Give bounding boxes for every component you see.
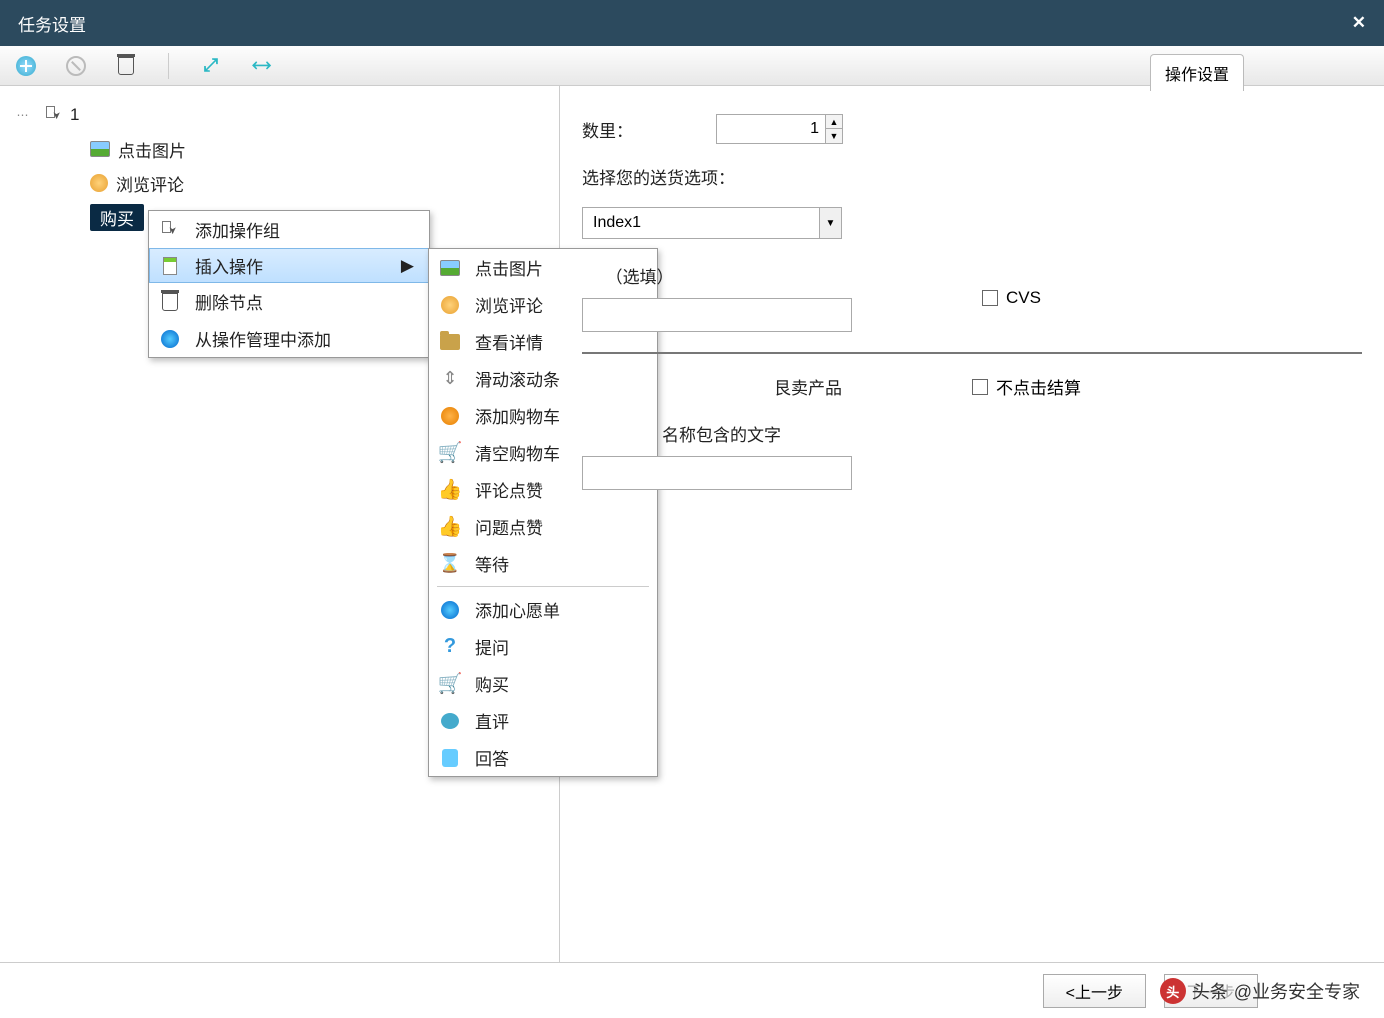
no-checkout-label: 不点击结算 xyxy=(996,374,1081,399)
titlebar: 任务设置 ✕ xyxy=(0,0,1384,46)
ctx-add-group[interactable]: 添加操作组 xyxy=(149,211,429,248)
ctx-delete-node[interactable]: 删除节点 xyxy=(149,283,429,320)
spinner-down-icon[interactable]: ▼ xyxy=(826,129,842,143)
hourglass-icon: ⌛ xyxy=(439,553,461,574)
cancel-button[interactable] xyxy=(64,54,88,78)
tree-item-label: 购买 xyxy=(90,204,144,231)
window-title: 任务设置 xyxy=(18,11,86,36)
image-icon xyxy=(440,260,460,276)
sub-label: 点击图片 xyxy=(475,255,543,280)
sub-label: 浏览评论 xyxy=(475,292,543,317)
chevron-down-icon[interactable]: ▼ xyxy=(819,208,841,238)
prev-button[interactable]: <上一步 xyxy=(1043,974,1146,1008)
expand-button[interactable]: ⤢ xyxy=(199,54,223,78)
cancel-icon xyxy=(66,56,86,76)
cart-icon: 🛒 xyxy=(438,671,463,696)
globe-icon xyxy=(161,330,179,348)
separator xyxy=(168,53,169,79)
tree-item-label: 浏览评论 xyxy=(116,171,184,196)
tree-item[interactable]: 浏览评论 xyxy=(8,166,551,200)
watermark-text: @业务安全专家 xyxy=(1234,978,1360,1004)
sub-label: 提问 xyxy=(475,634,509,659)
flash-label: 艮卖产品 xyxy=(582,374,842,399)
coin-icon xyxy=(441,407,459,425)
chat-icon xyxy=(441,713,459,729)
asin-input[interactable] xyxy=(582,298,852,332)
ctx-label: 添加操作组 xyxy=(195,217,280,242)
ctx-label: 删除节点 xyxy=(195,289,263,314)
sub-label: 回答 xyxy=(475,745,509,770)
delivery-label: 选择您的送货选项： xyxy=(582,164,1362,189)
chevron-right-icon: ▶ xyxy=(321,256,414,276)
close-icon[interactable]: ✕ xyxy=(1352,13,1366,33)
sub-label: 问题点赞 xyxy=(475,514,543,539)
name-contain-input[interactable] xyxy=(582,456,852,490)
no-checkout-checkbox[interactable]: 不点击结算 xyxy=(972,374,1081,399)
question-icon: ? xyxy=(444,635,456,658)
watermark: 头 头条 @业务安全专家 xyxy=(1160,978,1360,1004)
group-icon xyxy=(162,221,178,239)
watermark-prefix: 头条 xyxy=(1192,978,1228,1004)
trash-icon xyxy=(162,293,178,311)
plus-icon xyxy=(16,56,36,76)
sub-label: 添加购物车 xyxy=(475,403,560,428)
sub-label: 等待 xyxy=(475,551,509,576)
expand-icon: ⤢ xyxy=(204,55,218,76)
group-icon xyxy=(46,106,62,124)
settings-pane: 操作设置 数里： ▲ ▼ 选择您的送货选项： ▼ （选填） xyxy=(560,86,1384,962)
cvs-checkbox[interactable]: CVS xyxy=(982,288,1041,308)
tab-action-settings[interactable]: 操作设置 xyxy=(1150,54,1244,91)
ctx-insert-action[interactable]: 插入操作 ▶ xyxy=(149,248,429,283)
qty-input[interactable] xyxy=(716,114,826,144)
cart-icon: 🛒 xyxy=(438,440,463,465)
tree-item[interactable]: 点击图片 xyxy=(8,132,551,166)
sub-label: 查看详情 xyxy=(475,329,543,354)
context-menu: 添加操作组 插入操作 ▶ 删除节点 从操作管理中添加 xyxy=(148,210,430,358)
tree-item-label: 点击图片 xyxy=(118,137,186,162)
divider xyxy=(582,352,1362,354)
delivery-dropdown[interactable]: ▼ xyxy=(582,207,842,239)
collapse-icon: ⤢ xyxy=(248,53,273,78)
asin-label: （选填） xyxy=(582,263,852,288)
main-area: ⋯ 1 点击图片 浏览评论 购买 添加操作组 插入操 xyxy=(0,86,1384,962)
image-icon xyxy=(90,141,110,157)
add-button[interactable] xyxy=(14,54,38,78)
watermark-logo-icon: 头 xyxy=(1160,978,1186,1004)
trash-icon xyxy=(118,57,134,75)
name-contain-label: 名称包含的文字 xyxy=(582,421,1362,446)
hand-icon xyxy=(90,174,108,192)
qty-label: 数里： xyxy=(582,117,702,142)
tree-root-label: 1 xyxy=(70,105,79,125)
note-icon xyxy=(442,749,458,767)
ctx-add-from-manager[interactable]: 从操作管理中添加 xyxy=(149,320,429,357)
tree-connector: ⋯ xyxy=(8,108,38,122)
delivery-value[interactable] xyxy=(583,208,819,238)
sub-label: 滑动滚动条 xyxy=(475,366,560,391)
ctx-label: 插入操作 xyxy=(195,253,263,278)
tree-pane: ⋯ 1 点击图片 浏览评论 购买 添加操作组 插入操 xyxy=(0,86,560,962)
tree-root[interactable]: ⋯ 1 xyxy=(8,98,551,132)
thumb-icon: 👍 xyxy=(438,514,463,539)
ctx-label: 从操作管理中添加 xyxy=(195,326,331,351)
sub-label: 添加心愿单 xyxy=(475,597,560,622)
spinner-up-icon[interactable]: ▲ xyxy=(826,115,842,129)
sub-label: 购买 xyxy=(475,671,509,696)
sub-label: 直评 xyxy=(475,708,509,733)
delete-button[interactable] xyxy=(114,54,138,78)
cvs-label: CVS xyxy=(1006,288,1041,308)
checkbox-icon xyxy=(972,379,988,395)
doc-insert-icon xyxy=(163,257,177,275)
sub-label: 评论点赞 xyxy=(475,477,543,502)
collapse-button[interactable]: ⤢ xyxy=(249,54,273,78)
qty-stepper[interactable]: ▲ ▼ xyxy=(716,114,843,144)
thumb-icon: 👍 xyxy=(438,477,463,502)
checkbox-icon xyxy=(982,290,998,306)
hand-icon xyxy=(441,296,459,314)
scroll-icon: ⇕ xyxy=(442,368,457,389)
folder-icon xyxy=(440,334,460,350)
sub-label: 清空购物车 xyxy=(475,440,560,465)
globe-icon xyxy=(441,601,459,619)
